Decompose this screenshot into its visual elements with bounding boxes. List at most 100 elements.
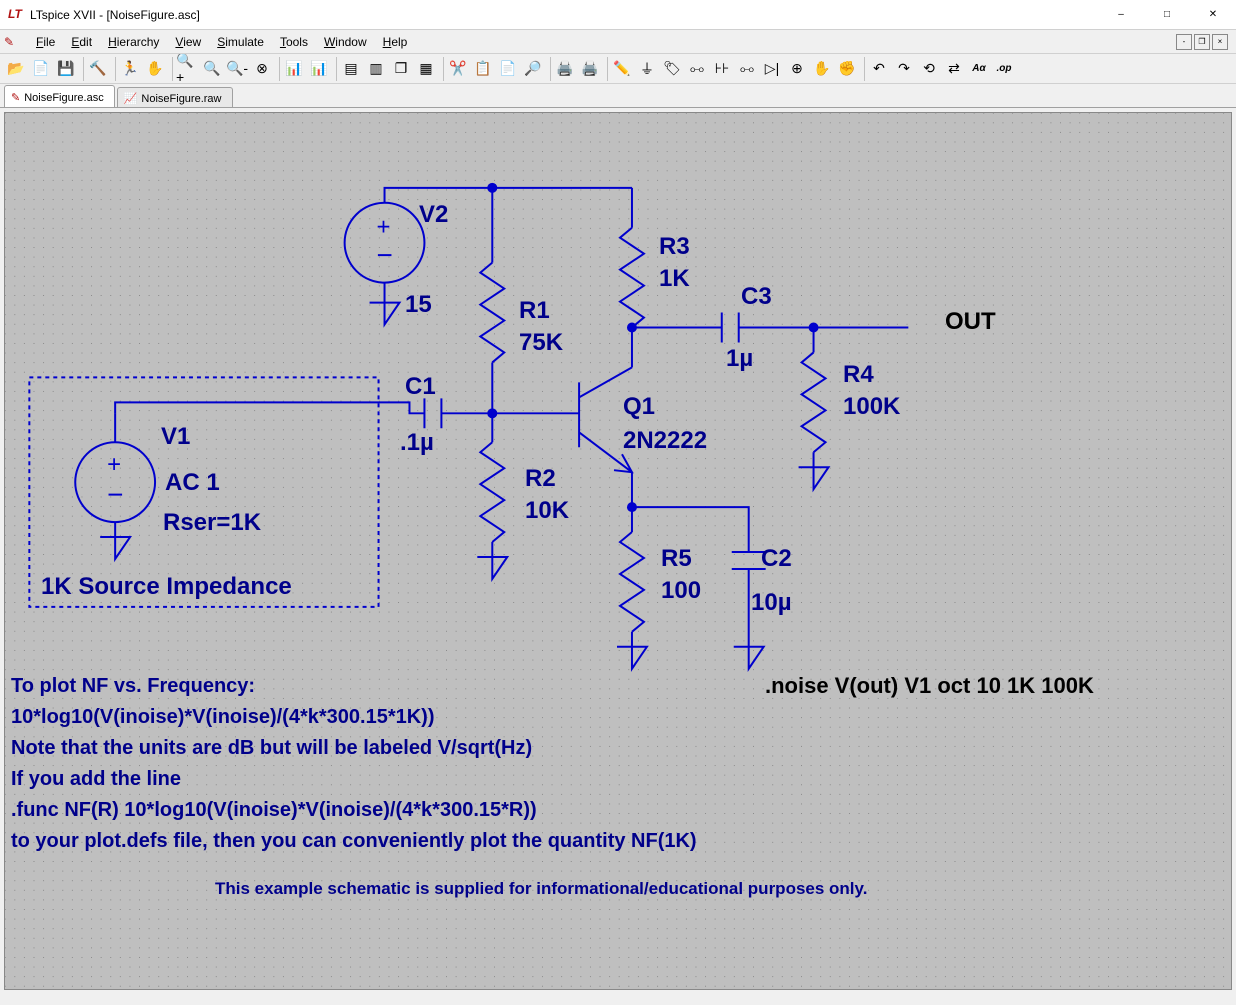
drag-icon[interactable]: ✊ xyxy=(835,57,859,81)
toolbar: 📂 📄 💾 🔨 🏃 ✋ 🔍+ 🔍 🔍- ⊗ 📊 📊 ▤ ▥ ❐ ▦ ✂️ 📋 📄… xyxy=(0,54,1236,84)
c1-val[interactable]: .1µ xyxy=(400,429,434,458)
notes-line: If you add the line xyxy=(11,764,697,795)
text-icon[interactable]: Aα xyxy=(967,57,991,81)
close-button[interactable]: ✕ xyxy=(1190,0,1236,30)
r4-val[interactable]: 100K xyxy=(843,393,900,422)
spice-directive-noise[interactable]: .noise V(out) V1 oct 10 1K 100K xyxy=(765,673,1094,699)
menu-hierarchy[interactable]: Hierarchy xyxy=(100,33,167,51)
run-icon[interactable]: 🏃 xyxy=(118,57,142,81)
open-icon[interactable]: 📂 xyxy=(4,57,28,81)
component-icon[interactable]: ⊕ xyxy=(785,57,809,81)
autorange-icon[interactable]: 📊 xyxy=(282,57,306,81)
tabbar: ✎ NoiseFigure.asc 📈 NoiseFigure.raw xyxy=(0,84,1236,108)
c3-val[interactable]: 1µ xyxy=(726,345,753,374)
mdi-app-icon: ✎ xyxy=(4,35,20,49)
cascade-icon[interactable]: ❐ xyxy=(389,57,413,81)
tile-vert-icon[interactable]: ▥ xyxy=(364,57,388,81)
net-label-out[interactable]: OUT xyxy=(945,308,996,337)
annotation-src-impedance[interactable]: 1K Source Impedance xyxy=(41,573,292,602)
resistor-icon[interactable]: ⧟ xyxy=(685,57,709,81)
save-icon[interactable]: 💾 xyxy=(54,57,78,81)
ground-icon[interactable]: ⏚ xyxy=(635,57,659,81)
print-icon[interactable]: 🖨️ xyxy=(553,57,577,81)
copy-icon[interactable]: 📋 xyxy=(471,57,495,81)
menu-tools[interactable]: Tools xyxy=(272,33,316,51)
mdi-minimize-button[interactable]: - xyxy=(1176,34,1192,50)
svg-text:+: + xyxy=(377,214,391,241)
v1-val1[interactable]: AC 1 xyxy=(165,469,220,498)
c1-ref[interactable]: C1 xyxy=(405,373,436,402)
footer-note[interactable]: This example schematic is supplied for i… xyxy=(215,879,867,899)
mdi-close-button[interactable]: × xyxy=(1212,34,1228,50)
print-setup-icon[interactable]: 🖨️ xyxy=(578,57,602,81)
redo-icon[interactable]: ↷ xyxy=(892,57,916,81)
window-title: LTspice XVII - [NoiseFigure.asc] xyxy=(30,8,1098,22)
notes-line: to your plot.defs file, then you can con… xyxy=(11,826,697,857)
schematic-file-icon: ✎ xyxy=(11,91,20,104)
notes-line: .func NF(R) 10*log10(V(inoise)*V(inoise)… xyxy=(11,795,697,826)
menu-file[interactable]: File xyxy=(28,33,63,51)
tab-waveform[interactable]: 📈 NoiseFigure.raw xyxy=(117,87,233,107)
q1-val[interactable]: 2N2222 xyxy=(623,427,707,456)
notes-line: 10*log10(V(inoise)*V(inoise)/(4*k*300.15… xyxy=(11,702,697,733)
pick-visible-icon[interactable]: 📊 xyxy=(307,57,331,81)
menu-help[interactable]: Help xyxy=(375,33,416,51)
wire-icon[interactable]: ✏️ xyxy=(610,57,634,81)
c2-val[interactable]: 10µ xyxy=(751,589,792,618)
r3-ref[interactable]: R3 xyxy=(659,233,690,262)
q1-ref[interactable]: Q1 xyxy=(623,393,655,422)
menu-simulate[interactable]: Simulate xyxy=(209,33,272,51)
v2-ref[interactable]: V2 xyxy=(419,201,448,230)
minimize-button[interactable]: – xyxy=(1098,0,1144,30)
notes-title: To plot NF vs. Frequency: xyxy=(11,671,697,702)
mirror-icon[interactable]: ⇄ xyxy=(942,57,966,81)
new-schematic-icon[interactable]: 📄 xyxy=(29,57,53,81)
r1-val[interactable]: 75K xyxy=(519,329,563,358)
r5-ref[interactable]: R5 xyxy=(661,545,692,574)
menu-edit[interactable]: Edit xyxy=(63,33,100,51)
tab-schematic[interactable]: ✎ NoiseFigure.asc xyxy=(4,85,115,107)
paste-icon[interactable]: 📄 xyxy=(496,57,520,81)
svg-text:−: − xyxy=(107,479,123,510)
label-net-icon[interactable]: 🏷 xyxy=(660,57,684,81)
notes-block[interactable]: To plot NF vs. Frequency: 10*log10(V(ino… xyxy=(11,671,697,857)
mdi-restore-button[interactable]: ❐ xyxy=(1194,34,1210,50)
close-windows-icon[interactable]: ▦ xyxy=(414,57,438,81)
menu-view[interactable]: View xyxy=(167,33,209,51)
pan-icon[interactable]: 🔍 xyxy=(200,57,224,81)
move-icon[interactable]: ✋ xyxy=(810,57,834,81)
svg-text:−: − xyxy=(377,240,393,271)
waveform-file-icon: 📈 xyxy=(124,92,138,105)
zoom-out-icon[interactable]: 🔍- xyxy=(225,57,249,81)
halt-icon[interactable]: ✋ xyxy=(143,57,167,81)
r2-ref[interactable]: R2 xyxy=(525,465,556,494)
undo-icon[interactable]: ↶ xyxy=(867,57,891,81)
capacitor-icon[interactable]: ⊦⊦ xyxy=(710,57,734,81)
schematic-canvas[interactable]: + − xyxy=(4,112,1232,990)
zoom-fit-icon[interactable]: ⊗ xyxy=(250,57,274,81)
rotate-icon[interactable]: ⟲ xyxy=(917,57,941,81)
menu-window[interactable]: Window xyxy=(316,33,375,51)
spice-directive-icon[interactable]: .op xyxy=(992,57,1016,81)
tile-horz-icon[interactable]: ▤ xyxy=(339,57,363,81)
zoom-in-icon[interactable]: 🔍+ xyxy=(175,57,199,81)
find-icon[interactable]: 🔎 xyxy=(521,57,545,81)
hammer-icon[interactable]: 🔨 xyxy=(86,57,110,81)
diode-icon[interactable]: ▷| xyxy=(760,57,784,81)
c2-ref[interactable]: C2 xyxy=(761,545,792,574)
r4-ref[interactable]: R4 xyxy=(843,361,874,390)
v1-val2[interactable]: Rser=1K xyxy=(163,509,261,538)
maximize-button[interactable]: □ xyxy=(1144,0,1190,30)
c3-ref[interactable]: C3 xyxy=(741,283,772,312)
titlebar: LT LTspice XVII - [NoiseFigure.asc] – □ … xyxy=(0,0,1236,30)
menubar: ✎ File Edit Hierarchy View Simulate Tool… xyxy=(0,30,1236,54)
v2-val[interactable]: 15 xyxy=(405,291,432,320)
r1-ref[interactable]: R1 xyxy=(519,297,550,326)
r2-val[interactable]: 10K xyxy=(525,497,569,526)
r3-val[interactable]: 1K xyxy=(659,265,690,294)
v1-ref[interactable]: V1 xyxy=(161,423,190,452)
cut-icon[interactable]: ✂️ xyxy=(446,57,470,81)
r5-val[interactable]: 100 xyxy=(661,577,701,606)
svg-text:+: + xyxy=(107,451,121,478)
inductor-icon[interactable]: ⧟ xyxy=(735,57,759,81)
